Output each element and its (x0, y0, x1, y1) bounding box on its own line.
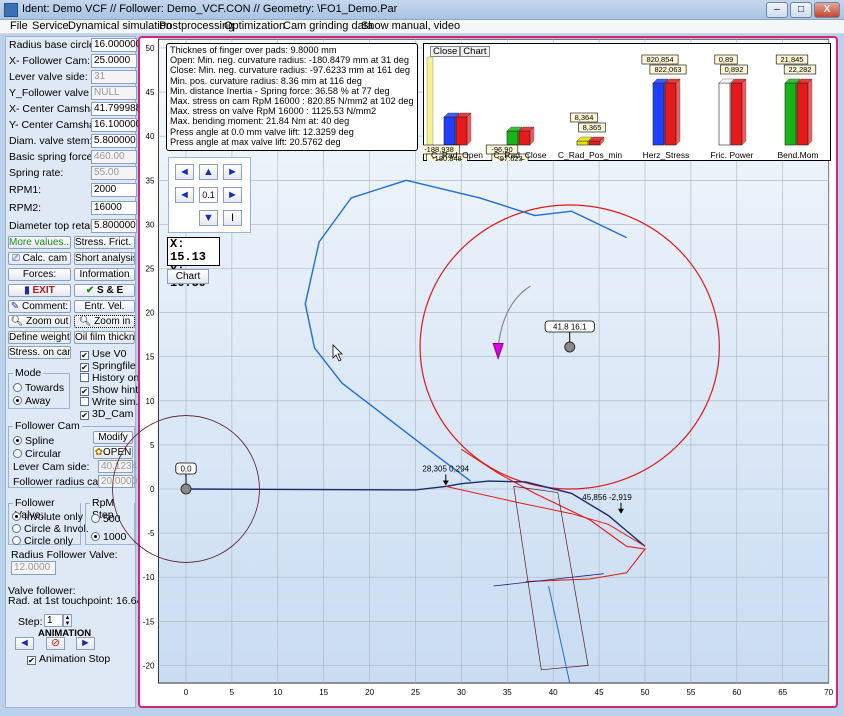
bar-value-label: 22,282 (789, 65, 812, 74)
arrow-left-icon: ◄ (179, 189, 190, 201)
bar-category-label: Bend.Mom (777, 150, 818, 160)
x-tick-label: 20 (365, 688, 374, 697)
cursor-x: X: 15.13 (170, 237, 207, 264)
x-tick-label: 0 (184, 688, 189, 697)
y-tick-label: 20 (146, 309, 155, 318)
y-tick-label: 5 (150, 441, 155, 450)
comparison-bar (443, 116, 456, 146)
x-tick-label: 25 (411, 688, 420, 697)
bar-value-label: 820,854 (646, 55, 673, 64)
pan-up-left-button[interactable]: ◄ (175, 164, 194, 180)
y-tick-label: 10 (146, 397, 155, 406)
origin-point (180, 483, 192, 495)
x-tick-label: 15 (319, 688, 328, 697)
x-tick-label: 5 (230, 688, 235, 697)
y-tick-label: 15 (146, 353, 155, 362)
arrow-right-icon: ► (227, 166, 238, 178)
y-tick-label: 30 (146, 220, 155, 229)
info-line: Min. distance Inertia - Spring force: 36… (170, 85, 390, 96)
pan-up-right-button[interactable]: ► (223, 164, 242, 180)
bar-value-label: 21,845 (781, 55, 804, 64)
info-line: Max. stress on cam RpM 16000 : 820.85 N/… (170, 96, 414, 107)
x-tick-label: 35 (503, 688, 512, 697)
bar-value-label: 0,89 (719, 55, 734, 64)
comparison-bar (455, 116, 468, 146)
bar-value-label: 822,063 (654, 65, 681, 74)
arrow-up-icon: ▲ (203, 166, 214, 178)
annotation-label: 41,8 16,1 (553, 322, 587, 331)
annotation-label: 45,856 -2,919 (582, 493, 632, 502)
bar-value-label: 8,365 (583, 123, 602, 132)
y-tick-label: -10 (143, 573, 155, 582)
pan-up-button[interactable]: ▲ (199, 164, 218, 180)
info-line: Max. stress on valve RpM 16000 : 1125.53… (170, 106, 377, 117)
bar-category-label: Herz_Stress (643, 150, 690, 160)
comparison-bar (588, 140, 601, 146)
x-tick-label: 70 (824, 688, 833, 697)
arrow-down-icon: ▼ (203, 212, 214, 224)
x-tick-label: 45 (595, 688, 604, 697)
chart-wall (426, 56, 434, 152)
y-tick-label: 25 (146, 265, 155, 274)
bar-category-label: C_Rad_Open (431, 150, 483, 160)
x-tick-label: 60 (732, 688, 741, 697)
pan-down-button[interactable]: ▼ (199, 210, 218, 226)
comparison-bar (518, 130, 531, 146)
info-line: Press angle at max valve lift: 20.5762 d… (170, 136, 341, 147)
bar-value-label: 0,892 (725, 65, 744, 74)
info-line: Thicknes of finger over pads: 9.8000 mm (170, 45, 337, 55)
comparison-bar (730, 82, 743, 146)
view-navigation-pad: ◄ ▲ ► ◄ 0.1 ► ▼ I (168, 157, 251, 233)
x-tick-label: 30 (457, 688, 466, 697)
pan-right-button[interactable]: ► (223, 187, 242, 203)
y-tick-label: 35 (146, 176, 155, 185)
y-tick-label: -20 (143, 661, 155, 670)
cursor-readout: X: 15.13 Y: 16.39 (167, 237, 220, 290)
comparison-bar (718, 82, 731, 146)
bar-side (807, 78, 813, 146)
bar-category-label: C_Rad_Pos_min (558, 150, 623, 160)
info-line: Min. pos. curvature radius: 8.36 mm at 1… (170, 75, 362, 86)
y-tick-label: 40 (146, 132, 155, 141)
x-tick-label: 10 (273, 688, 282, 697)
pan-left-button[interactable]: ◄ (175, 187, 194, 203)
bar-side (741, 78, 747, 146)
comparison-bar (576, 140, 589, 146)
info-line: Max. bending moment: 21.84 Nm at: 40 deg (170, 116, 350, 127)
x-tick-label: 65 (778, 688, 787, 697)
pan-reset-button[interactable]: I (223, 210, 242, 226)
pan-step-input[interactable]: 0.1 (199, 187, 218, 203)
camshaft-center-point (564, 341, 576, 353)
comparison-bars-svg: -188,938-180,848C_Rad_Open-96,90-97,623C… (423, 54, 819, 161)
comparison-bar (664, 82, 677, 146)
comparison-bar (506, 130, 519, 146)
annotation-label: 0,0 (180, 465, 192, 474)
annotation-label: 28,305 0,294 (422, 464, 469, 473)
info-line: Close: Min. neg. curvature radius: -97.6… (170, 65, 411, 76)
bar-category-label: C_Rad_Close (494, 150, 547, 160)
info-line: Open: Min. neg. curvature radius: -180.8… (170, 55, 410, 66)
comparison-bar (784, 82, 797, 146)
arrow-left-icon: ◄ (179, 166, 190, 178)
bar-value-label: 8,364 (575, 113, 594, 122)
x-tick-label: 50 (641, 688, 650, 697)
arrow-right-icon: ► (227, 189, 238, 201)
y-tick-label: 0 (150, 485, 155, 494)
bar-side (466, 112, 472, 146)
y-tick-label: 45 (146, 88, 155, 97)
x-tick-label: 55 (686, 688, 695, 697)
results-info-box: Thicknes of finger over pads: 9.8000 mm … (166, 43, 418, 151)
reset-icon: I (230, 212, 235, 224)
y-tick-label: 50 (146, 44, 155, 53)
info-line: Press angle at 0.0 mm valve lift: 12.325… (170, 126, 354, 137)
x-tick-label: 40 (549, 688, 558, 697)
comparison-bar (652, 82, 665, 146)
y-tick-label: -5 (147, 529, 155, 538)
chart-button[interactable]: Chart (167, 269, 209, 284)
bar-side (675, 78, 681, 146)
bar-category-label: Fric. Power (711, 150, 754, 160)
y-tick-label: -15 (143, 617, 155, 626)
comparison-bar (796, 82, 809, 146)
